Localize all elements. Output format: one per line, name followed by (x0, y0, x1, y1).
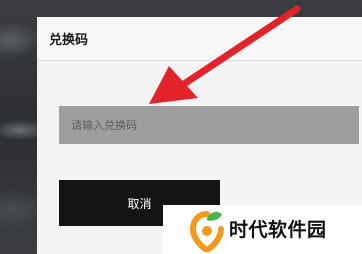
site-logo-icon (190, 211, 224, 252)
site-watermark: 时代软件园 (163, 205, 362, 254)
screenshot-stage: 兑换码 取消 时代软件园 (0, 0, 362, 254)
watermark-text: 时代软件园 (229, 219, 327, 241)
